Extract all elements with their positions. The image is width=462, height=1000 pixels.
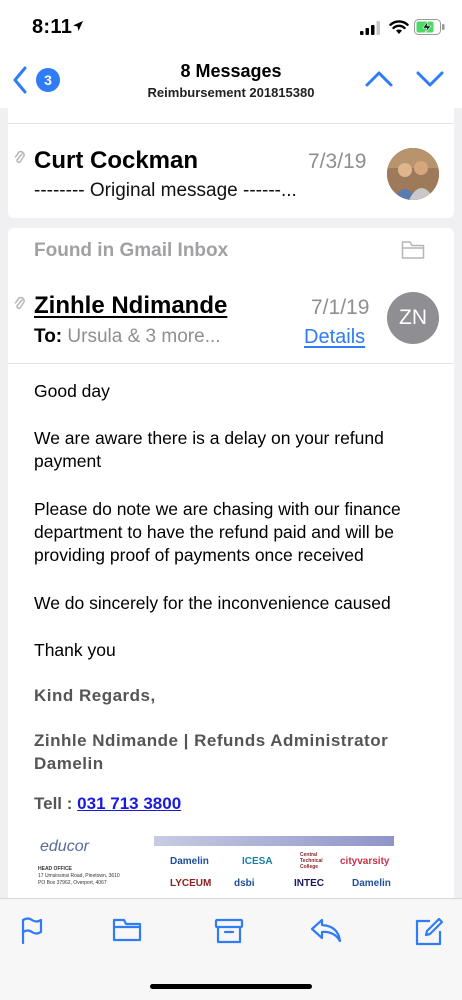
folder-icon[interactable] <box>401 240 425 260</box>
signature-regards: Kind Regards, <box>34 686 156 705</box>
educor-logo: educor <box>40 838 89 855</box>
folder-move-icon[interactable] <box>112 917 142 943</box>
phone-label: Tell : <box>34 794 73 813</box>
next-message-button[interactable] <box>415 70 445 88</box>
recipients-summary[interactable]: Ursula & 3 more... <box>67 326 220 347</box>
body-thanks: Thank you <box>34 640 116 660</box>
message-card-expanded: Found in Gmail Inbox Zinhle Ndimande 7/1… <box>8 228 454 898</box>
header-divider <box>8 363 454 364</box>
navigation-bar: 3 8 Messages Reimbursement 201815380 <box>0 52 462 108</box>
head-office-address: HEAD OFFICE 17 Umsinsinsi Road, Pinetown… <box>38 866 120 886</box>
attachment-icon <box>14 150 25 164</box>
phone-number-link[interactable]: 031 713 3800 <box>77 794 181 813</box>
location-arrow-icon <box>73 21 83 31</box>
sender-avatar[interactable]: ZN <box>387 292 439 344</box>
lyceum-logo: LYCEUM <box>170 878 212 889</box>
previous-message-button[interactable] <box>364 70 394 88</box>
message-preview: -------- Original message ------... <box>34 180 297 201</box>
avatar-photo-icon <box>387 148 439 200</box>
body-paragraph-2: Please do note we are chasing with our f… <box>34 499 401 565</box>
body-paragraph-3: We do sincerely for the inconvenience ca… <box>34 593 391 613</box>
reply-icon[interactable] <box>310 917 342 943</box>
message-card-collapsed[interactable]: Curt Cockman 7/3/19 -------- Original me… <box>8 124 454 218</box>
details-link[interactable]: Details <box>304 326 365 349</box>
icesa-logo: ICESA <box>242 856 273 867</box>
sender-name[interactable]: Zinhle Ndimande <box>34 292 227 320</box>
attachment-icon <box>14 296 25 310</box>
recipients-row: To: Ursula & 3 more... <box>34 326 221 348</box>
signature-banner-image: educor HEAD OFFICE 17 Umsinsinsi Road, P… <box>34 834 394 898</box>
compose-icon[interactable] <box>414 917 444 947</box>
status-time: 8:11 <box>32 16 73 38</box>
dsbi-logo: dsbi <box>234 878 255 889</box>
sender-name: Curt Cockman <box>34 147 199 174</box>
cityvarsity-logo: cityvarsity <box>340 856 390 867</box>
signature-name-title: Zinhle Ndimande | Refunds Administrator … <box>34 731 389 773</box>
damelin-logo: Damelin <box>170 856 209 867</box>
mailbox-location: Found in Gmail Inbox <box>34 240 229 261</box>
message-date: 7/3/19 <box>308 150 367 173</box>
signature-phone: Tell : 031 713 3800 <box>34 794 181 814</box>
cellular-signal-icon <box>360 21 380 35</box>
message-date: 7/1/19 <box>311 296 370 319</box>
intec-logo: INTEC <box>294 878 324 889</box>
body-paragraph-1: We are aware there is a delay on your re… <box>34 428 384 471</box>
wifi-icon <box>389 20 409 34</box>
central-technical-college-logo: Central Technical College <box>300 852 323 870</box>
to-label: To: <box>34 326 63 347</box>
status-bar: 8:11 <box>0 0 462 52</box>
battery-charging-icon <box>414 19 445 35</box>
sender-avatar-photo[interactable] <box>387 148 439 200</box>
damelin-logo-2: Damelin <box>352 878 391 889</box>
banner-gradient-strip <box>154 836 394 846</box>
home-indicator[interactable] <box>150 984 312 989</box>
flag-icon[interactable] <box>20 917 44 945</box>
body-greeting: Good day <box>34 381 110 401</box>
archive-icon[interactable] <box>214 917 244 945</box>
previous-message-edge <box>8 108 454 124</box>
